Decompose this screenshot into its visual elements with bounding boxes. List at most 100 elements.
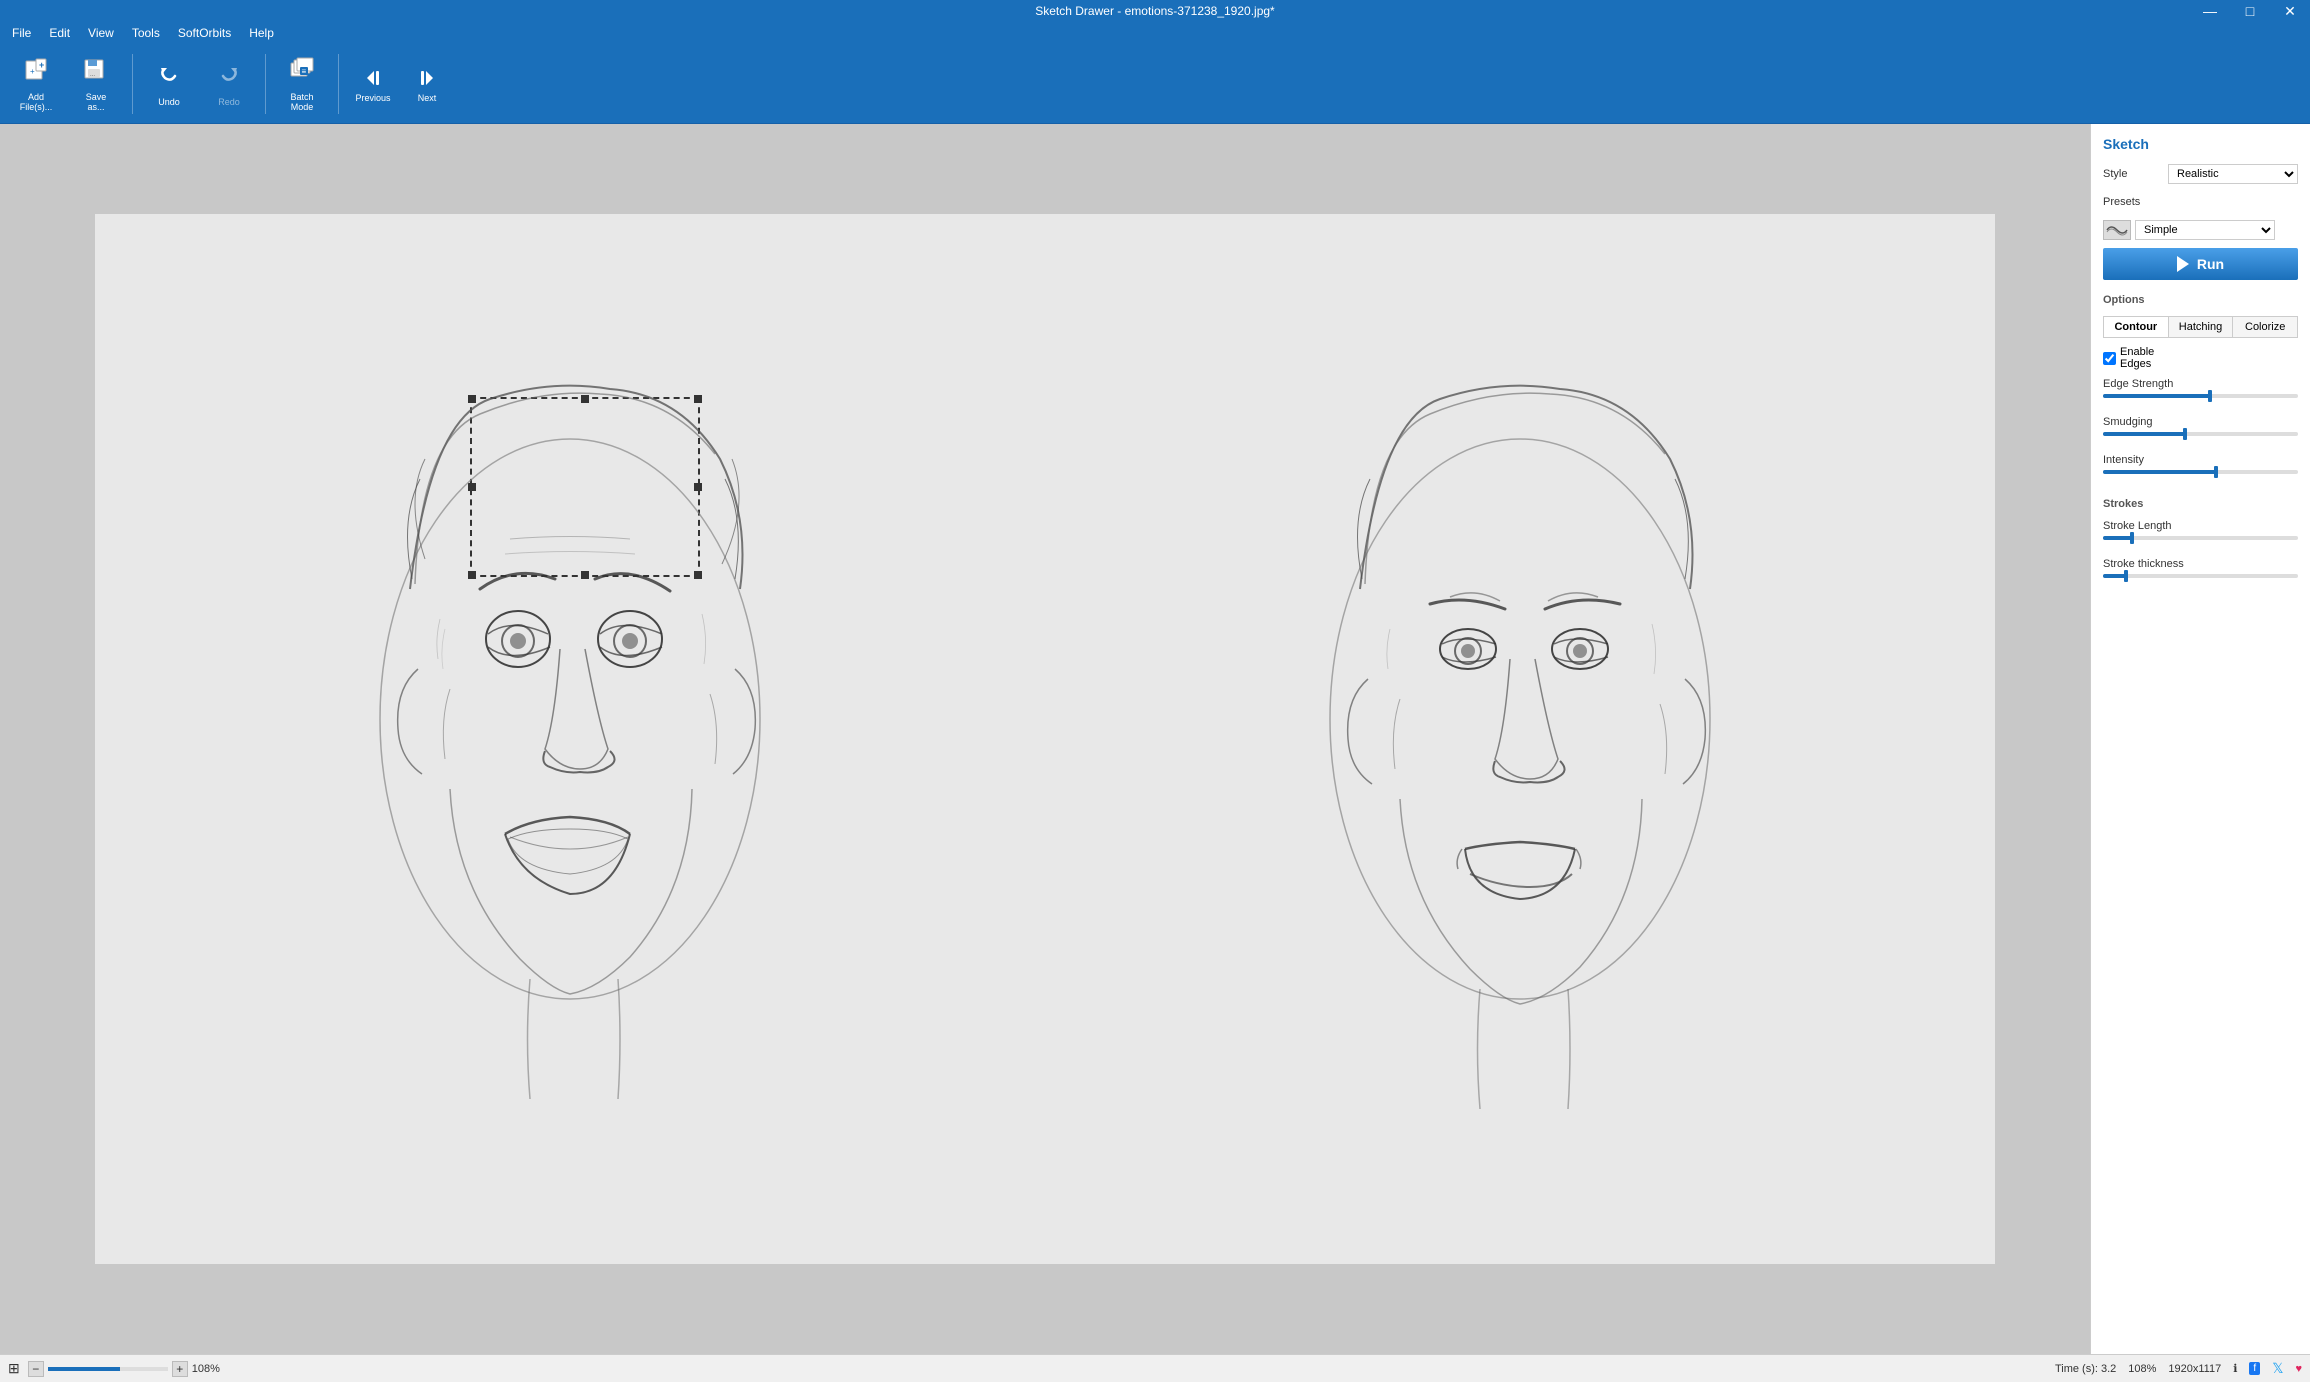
style-label: Style: [2103, 168, 2127, 180]
stroke-thickness-track[interactable]: [2103, 574, 2298, 578]
panel-title: Sketch: [2103, 136, 2298, 152]
close-button[interactable]: ✕: [2270, 0, 2310, 22]
style-select[interactable]: Realistic Cartoon Pencil: [2168, 164, 2298, 184]
tab-colorize[interactable]: Colorize: [2233, 317, 2297, 337]
run-button[interactable]: Run: [2103, 248, 2298, 280]
batch-mode-icon: ≡: [288, 55, 316, 90]
undo-label: Undo: [158, 97, 180, 107]
options-header: Options: [2103, 294, 2298, 306]
zoom-out-button[interactable]: −: [28, 1361, 44, 1377]
screen-mode-btn[interactable]: ⊞: [8, 1360, 20, 1377]
edge-strength-track[interactable]: [2103, 394, 2298, 398]
add-files-icon: + +: [22, 55, 50, 90]
heart-icon[interactable]: ♥: [2295, 1363, 2302, 1375]
run-label: Run: [2197, 256, 2224, 272]
presets-row: Presets: [2103, 196, 2298, 208]
redo-button[interactable]: Redo: [201, 50, 257, 118]
menu-bar: File Edit View Tools SoftOrbits Help: [0, 22, 2310, 44]
intensity-label: Intensity: [2103, 454, 2298, 466]
zoom-in-button[interactable]: +: [172, 1361, 188, 1377]
presets-label: Presets: [2103, 196, 2140, 208]
svg-text:...: ...: [90, 72, 95, 78]
zoom-percent: 108%: [2128, 1363, 2156, 1375]
presets-select[interactable]: Simple Detailed Complex: [2135, 220, 2275, 240]
redo-label: Redo: [218, 97, 240, 107]
next-label: Next: [418, 93, 437, 103]
enable-edges-label: Enable Edges: [2120, 346, 2154, 370]
intensity-fill: [2103, 470, 2216, 474]
right-panel: Sketch Style Realistic Cartoon Pencil Pr…: [2090, 124, 2310, 1354]
resolution-label: 1920x1117: [2168, 1363, 2221, 1375]
svg-text:+: +: [30, 67, 35, 76]
minimize-button[interactable]: —: [2190, 0, 2230, 22]
canvas-area[interactable]: [0, 124, 2090, 1354]
twitter-icon[interactable]: 𝕏: [2272, 1360, 2283, 1377]
menu-edit[interactable]: Edit: [41, 24, 78, 42]
stroke-thickness-label: Stroke thickness: [2103, 558, 2298, 570]
edge-strength-fill: [2103, 394, 2210, 398]
stroke-thickness-section: Stroke thickness: [2103, 558, 2298, 582]
smudging-label: Smudging: [2103, 416, 2298, 428]
stroke-thickness-fill: [2103, 574, 2126, 578]
tab-hatching[interactable]: Hatching: [2169, 317, 2234, 337]
previous-button[interactable]: Previous: [347, 50, 399, 118]
enable-edges-row: Enable Edges: [2103, 346, 2298, 370]
add-files-label: AddFile(s)...: [20, 92, 53, 112]
redo-icon: [215, 60, 243, 95]
batch-mode-button[interactable]: ≡ BatchMode: [274, 50, 330, 118]
stroke-thickness-thumb: [2124, 570, 2128, 582]
toolbar: + + AddFile(s)... ... Saveas... Un: [0, 44, 2310, 124]
maximize-button[interactable]: □: [2230, 0, 2270, 22]
options-tabs: Contour Hatching Colorize: [2103, 316, 2298, 338]
main-layout: Sketch Style Realistic Cartoon Pencil Pr…: [0, 124, 2310, 1354]
svg-text:≡: ≡: [302, 67, 307, 76]
edge-strength-thumb: [2208, 390, 2212, 402]
intensity-track[interactable]: [2103, 470, 2298, 474]
next-button[interactable]: Next: [401, 50, 453, 118]
smudging-track[interactable]: [2103, 432, 2298, 436]
status-right: Time (s): 3.2 108% 1920x1117 ℹ f 𝕏 ♥: [2055, 1360, 2302, 1377]
tab-contour[interactable]: Contour: [2104, 317, 2169, 337]
undo-button[interactable]: Undo: [141, 50, 197, 118]
facebook-icon[interactable]: f: [2249, 1362, 2260, 1375]
preset-row: Simple Detailed Complex: [2103, 220, 2298, 240]
stroke-length-fill: [2103, 536, 2132, 540]
save-as-button[interactable]: ... Saveas...: [68, 50, 124, 118]
menu-softorbits[interactable]: SoftOrbits: [170, 24, 239, 42]
save-as-label: Saveas...: [86, 92, 107, 112]
info-icon[interactable]: ℹ: [2233, 1362, 2237, 1375]
menu-help[interactable]: Help: [241, 24, 282, 42]
title-bar: Sketch Drawer - emotions-371238_1920.jpg…: [0, 0, 2310, 22]
edge-strength-label: Edge Strength: [2103, 378, 2298, 390]
run-icon: [2177, 256, 2189, 272]
stroke-length-section: Stroke Length: [2103, 520, 2298, 544]
batch-mode-label: BatchMode: [290, 92, 313, 112]
add-files-button[interactable]: + + AddFile(s)...: [8, 50, 64, 118]
stroke-length-track[interactable]: [2103, 536, 2298, 540]
zoom-fill: [48, 1367, 120, 1371]
style-row: Style Realistic Cartoon Pencil: [2103, 164, 2298, 184]
zoom-level: 108%: [192, 1363, 220, 1375]
menu-file[interactable]: File: [4, 24, 39, 42]
toolbar-divider-3: [338, 54, 339, 114]
status-bar: ⊞ − + 108% Time (s): 3.2 108% 1920x1117 …: [0, 1354, 2310, 1382]
svg-text:+: +: [39, 60, 44, 70]
enable-edges-checkbox[interactable]: [2103, 352, 2116, 365]
menu-view[interactable]: View: [80, 24, 122, 42]
zoom-control: − + 108%: [28, 1361, 220, 1377]
canvas-content: [95, 214, 1995, 1264]
status-left: ⊞ − + 108%: [8, 1360, 220, 1377]
stroke-length-thumb: [2130, 532, 2134, 544]
zoom-slider[interactable]: [48, 1367, 168, 1371]
save-icon: ...: [82, 55, 110, 90]
stroke-length-label: Stroke Length: [2103, 520, 2298, 532]
time-label: Time (s): 3.2: [2055, 1363, 2116, 1375]
menu-tools[interactable]: Tools: [124, 24, 168, 42]
intensity-section: Intensity: [2103, 454, 2298, 478]
edge-strength-section: Edge Strength: [2103, 378, 2298, 402]
smudging-thumb: [2183, 428, 2187, 440]
right-face-sketch: [1300, 339, 1740, 1159]
intensity-thumb: [2214, 466, 2218, 478]
previous-label: Previous: [355, 93, 390, 103]
toolbar-divider-1: [132, 54, 133, 114]
